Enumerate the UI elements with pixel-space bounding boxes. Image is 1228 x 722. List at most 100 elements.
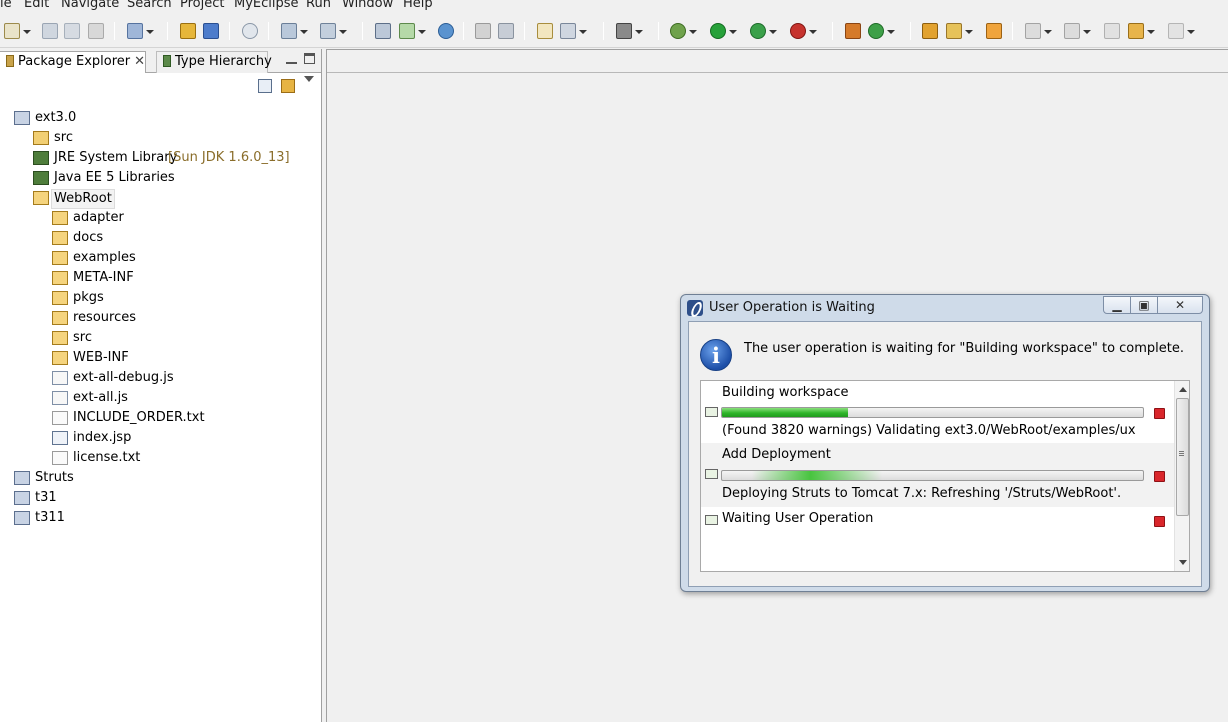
- run-server-icon[interactable]: [399, 23, 426, 39]
- minimize-button[interactable]: ▁: [1103, 296, 1131, 314]
- last-edit-icon[interactable]: [1104, 23, 1120, 39]
- deploy-icon[interactable]: [375, 23, 391, 39]
- toolbar-separator: [603, 22, 604, 40]
- tree-item[interactable]: t31: [0, 488, 321, 508]
- toolbar-separator: [362, 22, 363, 40]
- dialog-title: User Operation is Waiting: [709, 300, 875, 315]
- previous-annotation-icon[interactable]: [1064, 23, 1091, 39]
- tree-item[interactable]: pkgs: [0, 288, 321, 308]
- stop-job-button[interactable]: [1154, 408, 1165, 419]
- dialog-title-bar[interactable]: User Operation is Waiting ▁ ▣ ✕: [681, 295, 1209, 321]
- tree-item[interactable]: ext3.0: [0, 108, 321, 128]
- menu-search[interactable]: Search: [127, 0, 172, 11]
- tab-type-hierarchy[interactable]: Type Hierarchy: [156, 51, 272, 73]
- new-class-icon[interactable]: [868, 23, 895, 39]
- tree-item[interactable]: INCLUDE_ORDER.txt: [0, 408, 321, 428]
- open-task-icon[interactable]: [203, 23, 219, 39]
- tree-item[interactable]: JRE System Library [Sun JDK 1.6.0_13]: [0, 148, 321, 168]
- maximize-button[interactable]: ▣: [1130, 296, 1158, 314]
- folder-icon: [52, 271, 68, 285]
- new-server-icon[interactable]: [281, 23, 308, 39]
- external-tools-icon[interactable]: [790, 23, 817, 39]
- tree-item-label: index.jsp: [73, 430, 132, 445]
- tree-item[interactable]: adapter: [0, 208, 321, 228]
- folder-icon: [52, 291, 68, 305]
- menu-myeclipse[interactable]: MyEclipse: [234, 0, 299, 11]
- myeclipse-icon: [687, 300, 703, 316]
- open-type-icon[interactable]: [180, 23, 196, 39]
- close-icon[interactable]: ✕: [134, 54, 145, 69]
- stop-job-button[interactable]: [1154, 516, 1165, 527]
- run-icon[interactable]: [710, 23, 737, 39]
- maximize-icon[interactable]: [304, 53, 315, 64]
- tree-item[interactable]: WebRoot: [0, 188, 321, 209]
- tree-item[interactable]: index.jsp: [0, 428, 321, 448]
- tree-item[interactable]: Struts: [0, 468, 321, 488]
- save-icon[interactable]: [42, 23, 58, 39]
- back-arrow-icon[interactable]: [1128, 23, 1155, 39]
- menu-window[interactable]: Window: [342, 0, 393, 11]
- tree-item[interactable]: WEB-INF: [0, 348, 321, 368]
- tree-item[interactable]: docs: [0, 228, 321, 248]
- menu-help[interactable]: Help: [403, 0, 433, 11]
- menu-run[interactable]: Run: [306, 0, 331, 11]
- scroll-up-icon[interactable]: [1179, 383, 1187, 392]
- folder-icon: [52, 351, 68, 365]
- open-file-icon[interactable]: [986, 23, 1002, 39]
- tree-item[interactable]: examples: [0, 248, 321, 268]
- tree-item[interactable]: Java EE 5 Libraries: [0, 168, 321, 188]
- tree-item[interactable]: license.txt: [0, 448, 321, 468]
- tab-package-explorer[interactable]: Package Explorer ✕: [0, 51, 146, 73]
- source-folder-icon: [33, 131, 49, 145]
- scroll-down-icon[interactable]: [1179, 560, 1187, 569]
- tree-item[interactable]: ext-all.js: [0, 388, 321, 408]
- tree-item[interactable]: META-INF: [0, 268, 321, 288]
- job-list-scrollbar[interactable]: [1174, 381, 1189, 571]
- next-annotation-icon[interactable]: [1025, 23, 1052, 39]
- menu-navigate[interactable]: Navigate: [61, 0, 119, 11]
- open-server-icon[interactable]: [320, 23, 347, 39]
- menu-file[interactable]: le: [0, 0, 12, 11]
- tree-item-label: resources: [73, 310, 137, 325]
- globe-icon[interactable]: [438, 23, 454, 39]
- new-java-project-icon[interactable]: [127, 23, 154, 39]
- open-web-icon[interactable]: [560, 23, 587, 39]
- tree-item-label: INCLUDE_ORDER.txt: [73, 410, 205, 425]
- job-progress-bar: [721, 407, 1144, 418]
- new-icon[interactable]: [4, 23, 31, 39]
- folder-icon: [52, 251, 68, 265]
- search-wand-icon[interactable]: [946, 23, 973, 39]
- view-menu-icon[interactable]: [304, 76, 314, 87]
- save-all-icon[interactable]: [64, 23, 80, 39]
- debug-icon[interactable]: [670, 23, 697, 39]
- sql-editor-icon[interactable]: [498, 23, 514, 39]
- forward-arrow-icon[interactable]: [1168, 23, 1195, 39]
- tree-item[interactable]: src: [0, 328, 321, 348]
- job-detail: (Found 3820 warnings) Validating ext3.0/…: [722, 423, 1136, 438]
- tree-item[interactable]: resources: [0, 308, 321, 328]
- tree-item[interactable]: t311: [0, 508, 321, 528]
- web-browser-icon[interactable]: [242, 23, 258, 39]
- scroll-grip-icon: [1179, 451, 1184, 452]
- close-button[interactable]: ✕: [1157, 296, 1203, 314]
- new-package-icon[interactable]: [845, 23, 861, 39]
- tree-item[interactable]: ext-all-debug.js: [0, 368, 321, 388]
- collapse-all-icon[interactable]: [258, 79, 272, 93]
- db-browser-icon[interactable]: [475, 23, 491, 39]
- menu-project[interactable]: Project: [180, 0, 224, 11]
- link-with-editor-icon[interactable]: [281, 79, 295, 93]
- menu-edit[interactable]: Edit: [24, 0, 49, 11]
- minimize-icon[interactable]: [286, 53, 297, 64]
- new-web-project-icon[interactable]: [537, 23, 553, 39]
- tree-item-label: src: [73, 330, 92, 345]
- print-icon[interactable]: [88, 23, 104, 39]
- folder-open-icon: [33, 191, 49, 205]
- camera-icon[interactable]: [616, 23, 643, 39]
- run-history-icon[interactable]: [750, 23, 777, 39]
- scroll-thumb[interactable]: [1176, 398, 1189, 516]
- tree-item[interactable]: src: [0, 128, 321, 148]
- open-folder-icon[interactable]: [922, 23, 938, 39]
- library-icon: [33, 151, 49, 165]
- stop-job-button[interactable]: [1154, 471, 1165, 482]
- minimize-icon: ▁: [1112, 298, 1122, 312]
